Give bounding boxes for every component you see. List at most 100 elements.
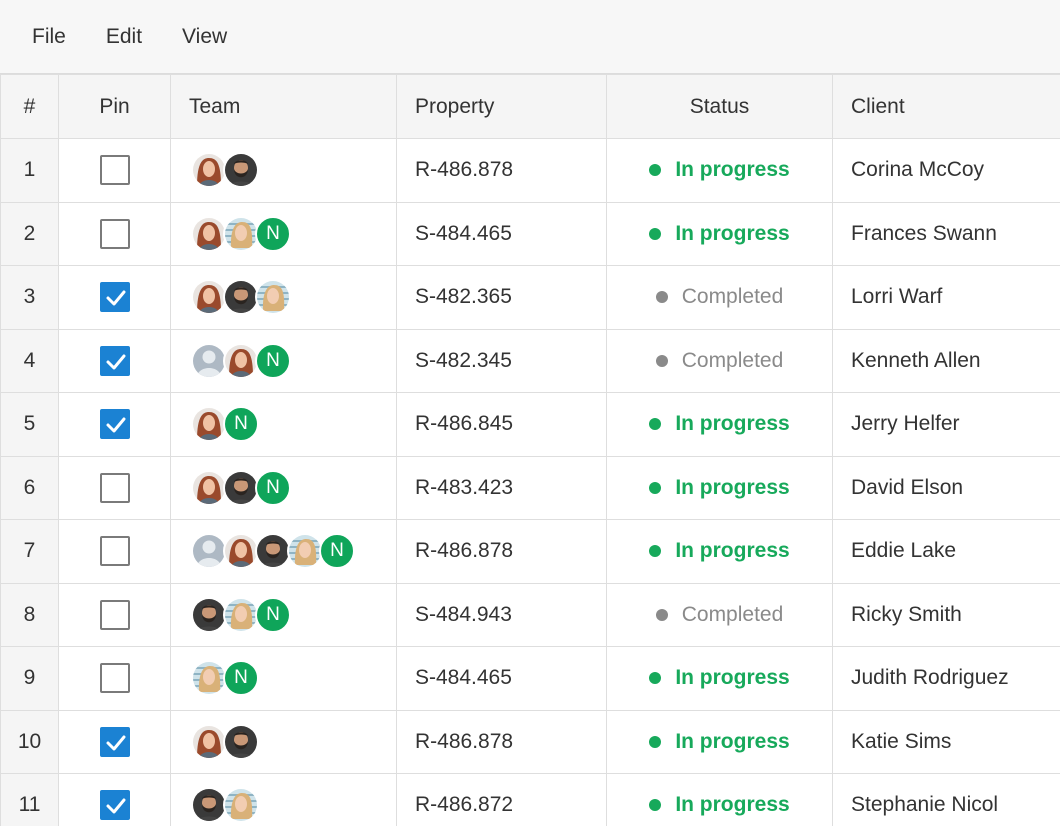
pin-checkbox[interactable]: [99, 790, 130, 821]
table-row[interactable]: 4 N S-482.345 Completed Kenneth Allen: [0, 328, 1060, 393]
team-cell: [170, 709, 397, 774]
table-row[interactable]: 1 R-486.878 In progress Corina McCoy: [0, 138, 1060, 203]
column-header-num[interactable]: #: [0, 74, 59, 139]
avatar[interactable]: [223, 723, 259, 760]
avatar[interactable]: [255, 279, 291, 316]
row-number: 7: [0, 519, 59, 584]
status-badge: In progress: [649, 793, 790, 817]
team-cell: N: [170, 392, 397, 457]
status-badge: In progress: [649, 666, 790, 690]
avatar[interactable]: [223, 279, 259, 316]
table-row[interactable]: 10 R-486.878 In progress Katie Sims: [0, 709, 1060, 774]
table-row[interactable]: 11 R-486.872 In progress Stephanie Nicol: [0, 773, 1060, 826]
property-cell: R-486.878: [396, 709, 607, 774]
avatar-initial[interactable]: N: [223, 406, 259, 443]
avatar[interactable]: [191, 342, 227, 379]
pin-checkbox[interactable]: [99, 726, 130, 757]
avatar[interactable]: [191, 215, 227, 252]
menu-edit[interactable]: Edit: [106, 25, 142, 49]
property-cell: R-486.872: [396, 773, 607, 826]
pin-checkbox[interactable]: [99, 409, 130, 440]
avatar[interactable]: [223, 342, 259, 379]
row-number: 9: [0, 646, 59, 711]
avatar[interactable]: [191, 533, 227, 570]
status-label: Completed: [681, 348, 784, 372]
avatar[interactable]: [223, 152, 259, 189]
column-header-property[interactable]: Property: [396, 74, 607, 139]
client-cell: David Elson: [832, 455, 1060, 520]
avatar[interactable]: [191, 596, 227, 633]
property-cell: R-483.423: [396, 455, 607, 520]
avatar-initial[interactable]: N: [255, 596, 291, 633]
avatar[interactable]: [191, 406, 227, 443]
column-header-team[interactable]: Team: [170, 74, 397, 139]
avatar[interactable]: [223, 469, 259, 506]
avatar-initial[interactable]: N: [255, 215, 291, 252]
pin-cell: [58, 709, 171, 774]
avatar[interactable]: [223, 787, 259, 824]
status-label: In progress: [675, 729, 790, 753]
avatar-initial[interactable]: N: [223, 660, 259, 697]
status-label: Completed: [681, 602, 784, 626]
status-dot-icon: [649, 672, 662, 685]
status-label: In progress: [675, 412, 790, 436]
column-header-status[interactable]: Status: [606, 74, 833, 139]
avatar[interactable]: [223, 533, 259, 570]
table-row[interactable]: 9 N S-484.465 In progress Judith Rodriguez: [0, 646, 1060, 711]
pin-checkbox[interactable]: [99, 282, 130, 313]
avatar[interactable]: [191, 469, 227, 506]
table-row[interactable]: 8 N S-484.943 Completed Ricky Smith: [0, 582, 1060, 647]
team-cell: N: [170, 201, 397, 266]
pin-checkbox[interactable]: [99, 536, 130, 567]
status-label: In progress: [675, 666, 790, 690]
status-label: Completed: [681, 285, 784, 309]
status-dot-icon: [655, 291, 668, 304]
status-cell: In progress: [606, 455, 833, 520]
status-dot-icon: [649, 227, 662, 240]
pin-checkbox[interactable]: [99, 218, 130, 249]
column-header-pin[interactable]: Pin: [58, 74, 171, 139]
pin-checkbox[interactable]: [99, 155, 130, 186]
table-row[interactable]: 7 N R-486.878 In progress Eddie Lake: [0, 519, 1060, 584]
pin-checkbox[interactable]: [99, 472, 130, 503]
avatar-initial[interactable]: N: [255, 342, 291, 379]
menu-file[interactable]: File: [32, 25, 66, 49]
row-number: 2: [0, 201, 59, 266]
table-row[interactable]: 6 N R-483.423 In progress David Elson: [0, 455, 1060, 520]
status-badge: Completed: [655, 285, 784, 309]
client-cell: Lorri Warf: [832, 265, 1060, 330]
team-cell: [170, 138, 397, 203]
column-header-client[interactable]: Client: [832, 74, 1060, 139]
pin-checkbox[interactable]: [99, 663, 130, 694]
client-cell: Kenneth Allen: [832, 328, 1060, 393]
pin-checkbox[interactable]: [99, 599, 130, 630]
avatar-initial[interactable]: N: [319, 533, 355, 570]
client-cell: Judith Rodriguez: [832, 646, 1060, 711]
avatar[interactable]: [287, 533, 323, 570]
property-cell: S-484.943: [396, 582, 607, 647]
property-cell: R-486.878: [396, 138, 607, 203]
status-cell: In progress: [606, 392, 833, 457]
team-avatars: N: [171, 215, 396, 252]
client-cell: Stephanie Nicol: [832, 773, 1060, 826]
avatar-initial[interactable]: N: [255, 469, 291, 506]
avatar[interactable]: [223, 215, 259, 252]
team-cell: N: [170, 519, 397, 584]
avatar[interactable]: [191, 723, 227, 760]
avatar[interactable]: [223, 596, 259, 633]
status-dot-icon: [655, 354, 668, 367]
pin-checkbox[interactable]: [99, 345, 130, 376]
avatar[interactable]: [191, 152, 227, 189]
table-row[interactable]: 2 N S-484.465 In progress Frances Swann: [0, 201, 1060, 266]
team-cell: N: [170, 646, 397, 711]
team-avatars: N: [171, 533, 396, 570]
avatar[interactable]: [191, 660, 227, 697]
avatar[interactable]: [255, 533, 291, 570]
avatar[interactable]: [191, 279, 227, 316]
team-avatars: [171, 723, 396, 760]
avatar[interactable]: [191, 787, 227, 824]
table-row[interactable]: 5 N R-486.845 In progress Jerry Helfer: [0, 392, 1060, 457]
table-row[interactable]: 3 S-482.365 Completed Lorri Warf: [0, 265, 1060, 330]
menu-view[interactable]: View: [182, 25, 227, 49]
team-cell: [170, 773, 397, 826]
